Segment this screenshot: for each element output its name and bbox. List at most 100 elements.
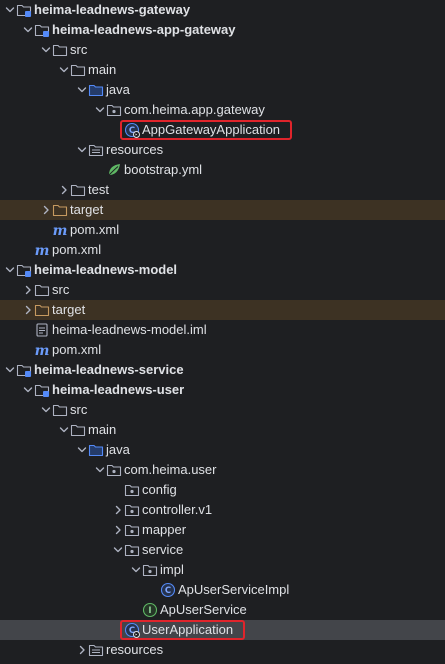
tree-item-label: com.heima.app.gateway (124, 102, 265, 117)
tree-row-ap-user-service[interactable]: I ApUserService (0, 600, 445, 620)
chevron-down-icon[interactable] (94, 460, 106, 480)
tree-row-user-module[interactable]: heima-leadnews-user (0, 380, 445, 400)
chevron-right-icon[interactable] (112, 500, 124, 520)
chevron-right-icon[interactable] (58, 180, 70, 200)
chevron-down-icon[interactable] (4, 260, 16, 280)
tree-item-label: mapper (142, 522, 187, 537)
tree-row-bootstrap-yml[interactable]: bootstrap.yml (0, 160, 445, 180)
tree-item-label: impl (160, 562, 184, 577)
chevron-down-icon[interactable] (76, 440, 88, 460)
chevron-down-icon[interactable] (94, 100, 106, 120)
tree-item-label: service (142, 542, 184, 557)
tree-row-model-pom[interactable]: m pom.xml (0, 340, 445, 360)
chevron-down-icon[interactable] (22, 380, 34, 400)
tree-row-model-iml[interactable]: heima-leadnews-model.iml (0, 320, 445, 340)
tree-row-service-package[interactable]: service (0, 540, 445, 560)
tree-row-gateway-module[interactable]: heima-leadnews-gateway (0, 0, 445, 20)
tree-row-app-gateway-pom[interactable]: m pom.xml (0, 220, 445, 240)
chevron-down-icon[interactable] (130, 560, 142, 580)
module-folder-icon (16, 362, 32, 378)
tree-row-controller-package[interactable]: controller.v1 (0, 500, 445, 520)
tree-row-app-gateway-application[interactable]: C AppGatewayApplication (0, 120, 445, 140)
chevron-right-icon[interactable] (112, 520, 124, 540)
tree-row-java-folder[interactable]: java (0, 80, 445, 100)
tree-row-gateway-pom[interactable]: m pom.xml (0, 240, 445, 260)
tree-row-app-gateway-module[interactable]: heima-leadnews-app-gateway (0, 20, 445, 40)
svg-text:I: I (148, 606, 151, 616)
tree-row-test-folder[interactable]: test (0, 180, 445, 200)
chevron-down-icon[interactable] (112, 540, 124, 560)
chevron-down-icon[interactable] (58, 420, 70, 440)
chevron-right-icon[interactable] (22, 300, 34, 320)
package-icon (124, 482, 140, 498)
folder-icon (70, 182, 86, 198)
tree-item-label: target (52, 302, 86, 317)
iml-file-icon (34, 322, 50, 338)
tree-row-resources-folder[interactable]: resources (0, 140, 445, 160)
resources-root-icon (88, 142, 104, 158)
tree-item-label: java (106, 442, 130, 457)
chevron-down-icon[interactable] (40, 400, 52, 420)
tree-row-model-module[interactable]: heima-leadnews-model (0, 260, 445, 280)
tree-row-service-module[interactable]: heima-leadnews-service (0, 360, 445, 380)
tree-row-user-resources-folder[interactable]: resources (0, 640, 445, 660)
tree-row-user-main-folder[interactable]: main (0, 420, 445, 440)
tree-row-model-src-folder[interactable]: src (0, 280, 445, 300)
chevron-right-icon[interactable] (76, 640, 88, 660)
chevron-down-icon[interactable] (22, 20, 34, 40)
tree-row-main-folder[interactable]: main (0, 60, 445, 80)
source-root-icon (88, 82, 104, 98)
tree-row-user-application[interactable]: C UserApplication (0, 620, 445, 640)
tree-row-user-java-folder[interactable]: java (0, 440, 445, 460)
tree-row-impl-package[interactable]: impl (0, 560, 445, 580)
tree-item-label: heima-leadnews-gateway (34, 2, 191, 17)
tree-item-label: test (88, 182, 109, 197)
tree-item-label: config (142, 482, 177, 497)
tree-item-label: AppGatewayApplication (142, 122, 281, 137)
tree-row-package-user[interactable]: com.heima.user (0, 460, 445, 480)
maven-icon: m (52, 222, 68, 238)
tree-row-model-target-folder[interactable]: target (0, 300, 445, 320)
maven-icon: m (34, 242, 50, 258)
tree-item-label: java (106, 82, 130, 97)
package-icon (124, 542, 140, 558)
source-root-icon (88, 442, 104, 458)
tree-row-target-folder[interactable]: target (0, 200, 445, 220)
tree-item-label: src (70, 42, 88, 57)
tree-row-ap-user-service-impl[interactable]: C ApUserServiceImpl (0, 580, 445, 600)
chevron-right-icon[interactable] (40, 200, 52, 220)
module-folder-icon (34, 22, 50, 38)
chevron-down-icon[interactable] (58, 60, 70, 80)
tree-row-user-src-folder[interactable]: src (0, 400, 445, 420)
tree-item-label: pom.xml (70, 222, 120, 237)
module-folder-icon (34, 382, 50, 398)
package-icon (142, 562, 158, 578)
tree-item-label: src (70, 402, 88, 417)
excluded-folder-icon (34, 302, 50, 318)
tree-row-config-package[interactable]: config (0, 480, 445, 500)
tree-row-package-app-gateway[interactable]: com.heima.app.gateway (0, 100, 445, 120)
chevron-down-icon[interactable] (40, 40, 52, 60)
tree-row-mapper-package[interactable]: mapper (0, 520, 445, 540)
folder-icon (34, 282, 50, 298)
tree-row-src-folder[interactable]: src (0, 40, 445, 60)
chevron-down-icon[interactable] (4, 0, 16, 20)
tree-item-label: heima-leadnews-model (34, 262, 178, 277)
tree-item-label: heima-leadnews-model.iml (52, 322, 207, 337)
svg-text:m: m (53, 223, 68, 238)
tree-item-label: ApUserService (160, 602, 247, 617)
chevron-down-icon[interactable] (76, 80, 88, 100)
excluded-folder-icon (52, 202, 68, 218)
tree-item-label: heima-leadnews-service (34, 362, 184, 377)
chevron-right-icon[interactable] (22, 280, 34, 300)
tree-item-label: com.heima.user (124, 462, 217, 477)
tree-item-label: src (52, 282, 70, 297)
chevron-down-icon[interactable] (4, 360, 16, 380)
spring-boot-class-icon: C (124, 622, 140, 638)
chevron-down-icon[interactable] (76, 140, 88, 160)
resources-root-icon (88, 642, 104, 658)
class-icon: C (160, 582, 176, 598)
tree-item-label: heima-leadnews-app-gateway (52, 22, 236, 37)
module-folder-icon (16, 2, 32, 18)
svg-text:C: C (165, 586, 171, 596)
